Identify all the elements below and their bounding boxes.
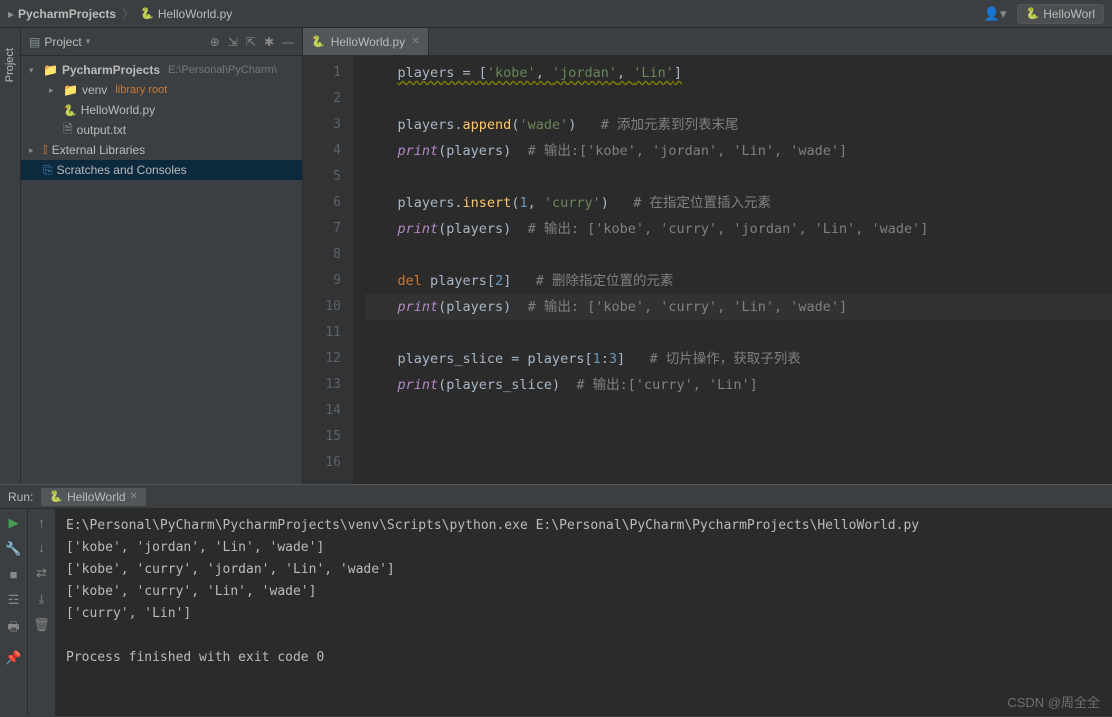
project-tree: ▾ 📁 PycharmProjects E:\Personal\PyCharm\…	[21, 56, 302, 184]
print-icon[interactable]: 🖶	[7, 618, 19, 640]
editor-tabs: 🐍 HelloWorld.py ✕	[303, 28, 1112, 56]
python-icon: 🐍	[49, 490, 63, 503]
pin-icon[interactable]: 📌	[5, 650, 21, 666]
breadcrumb-project[interactable]: ▸ PycharmProjects	[8, 7, 116, 21]
hide-icon[interactable]: —	[282, 35, 294, 49]
top-right-controls: 👤▾ 🐍 HelloWorl	[984, 4, 1104, 24]
run-body: ▶ 🔧 ■ ☲ 🖶 📌 ↑ ↓ ⇄ ⤓ 🗑 E:\Personal\PyChar…	[0, 509, 1112, 716]
python-icon: 🐍	[140, 7, 154, 20]
chevron-right-icon[interactable]: ▸	[49, 85, 59, 96]
console-output[interactable]: E:\Personal\PyCharm\PycharmProjects\venv…	[56, 509, 1112, 716]
file-icon: 🗎	[63, 120, 73, 141]
main-layout: Project ▤ Project ▾ ⊕ ⇲ ⇱ ✱ — ▾ 📁 Pychar…	[0, 28, 1112, 484]
run-toolbar-left: ▶ 🔧 ■ ☲ 🖶 📌	[0, 509, 28, 716]
down-icon[interactable]: ↓	[38, 540, 45, 555]
breadcrumb-file[interactable]: 🐍 HelloWorld.py	[140, 7, 232, 21]
scratches-icon: ⎘	[43, 163, 53, 178]
layout-icon[interactable]: ☲	[8, 592, 20, 608]
user-icon[interactable]: 👤▾	[984, 6, 1007, 22]
project-panel: ▤ Project ▾ ⊕ ⇲ ⇱ ✱ — ▾ 📁 PycharmProject…	[21, 28, 303, 484]
watermark: CSDN @周全全	[1007, 692, 1100, 711]
editor-gutter: 12345678910111213141516	[303, 56, 353, 484]
editor-body[interactable]: 12345678910111213141516 players = ['kobe…	[303, 56, 1112, 484]
clear-icon[interactable]: 🗑	[33, 617, 50, 633]
run-tab-label: HelloWorld	[67, 490, 125, 504]
expand-icon[interactable]: ⇲	[228, 35, 238, 49]
tree-external-libs[interactable]: ▸ 𝕀 External Libraries	[21, 140, 302, 160]
wrap-icon[interactable]: ⇄	[36, 565, 47, 581]
tree-venv[interactable]: ▸ 📁 venv library root	[21, 80, 302, 100]
wrench-icon[interactable]: 🔧	[5, 541, 21, 557]
chevron-icon: 〉	[122, 5, 134, 22]
folder-icon: 📁	[63, 83, 78, 97]
run-config-selector[interactable]: 🐍 HelloWorl	[1017, 4, 1105, 24]
run-panel: Run: 🐍 HelloWorld ✕ ▶ 🔧 ■ ☲ 🖶 📌 ↑ ↓ ⇄ ⤓ …	[0, 484, 1112, 716]
editor-tab-label: HelloWorld.py	[331, 35, 405, 49]
chevron-right-icon[interactable]: ▸	[29, 145, 39, 156]
editor-tab[interactable]: 🐍 HelloWorld.py ✕	[303, 28, 429, 55]
rerun-icon[interactable]: ▶	[9, 515, 19, 531]
library-icon: 𝕀	[43, 143, 48, 157]
tree-file-py[interactable]: 🐍 HelloWorld.py	[21, 100, 302, 120]
run-header: Run: 🐍 HelloWorld ✕	[0, 485, 1112, 509]
tree-file-txt[interactable]: 🗎 output.txt	[21, 120, 302, 140]
tree-root[interactable]: ▾ 📁 PycharmProjects E:\Personal\PyCharm\	[21, 60, 302, 80]
side-tab-label: Project	[4, 48, 16, 82]
folder-icon: 📁	[43, 63, 58, 77]
scroll-icon[interactable]: ⤓	[39, 591, 45, 607]
collapse-icon[interactable]: ⇱	[246, 35, 256, 49]
settings-icon[interactable]: ✱	[264, 35, 274, 49]
project-side-tab[interactable]: Project	[0, 28, 21, 484]
project-title: Project	[44, 35, 81, 49]
up-icon[interactable]: ↑	[38, 515, 45, 530]
folder-icon: ▸	[8, 7, 14, 21]
run-toolbar-right: ↑ ↓ ⇄ ⤓ 🗑	[28, 509, 56, 716]
stop-icon[interactable]: ■	[10, 567, 18, 582]
run-label: Run:	[8, 490, 33, 504]
project-icon: ▤	[29, 35, 40, 49]
editor-area: 🐍 HelloWorld.py ✕ 1234567891011121314151…	[303, 28, 1112, 484]
python-icon: 🐍	[63, 104, 77, 117]
top-bar: ▸ PycharmProjects 〉 🐍 HelloWorld.py 👤▾ 🐍…	[0, 0, 1112, 28]
python-icon: 🐍	[311, 35, 325, 48]
close-icon[interactable]: ✕	[130, 491, 138, 502]
chevron-down-icon[interactable]: ▾	[29, 65, 39, 76]
project-panel-header: ▤ Project ▾ ⊕ ⇲ ⇱ ✱ —	[21, 28, 302, 56]
close-icon[interactable]: ✕	[411, 36, 419, 47]
python-icon: 🐍	[1026, 7, 1040, 20]
tree-scratches[interactable]: ⎘ Scratches and Consoles	[21, 160, 302, 180]
code-area[interactable]: players = ['kobe', 'jordan', 'Lin'] play…	[353, 56, 1112, 484]
breadcrumb: ▸ PycharmProjects 〉 🐍 HelloWorld.py	[8, 5, 232, 22]
dropdown-icon[interactable]: ▾	[86, 36, 91, 47]
locate-icon[interactable]: ⊕	[210, 35, 220, 49]
run-tab[interactable]: 🐍 HelloWorld ✕	[41, 488, 146, 506]
